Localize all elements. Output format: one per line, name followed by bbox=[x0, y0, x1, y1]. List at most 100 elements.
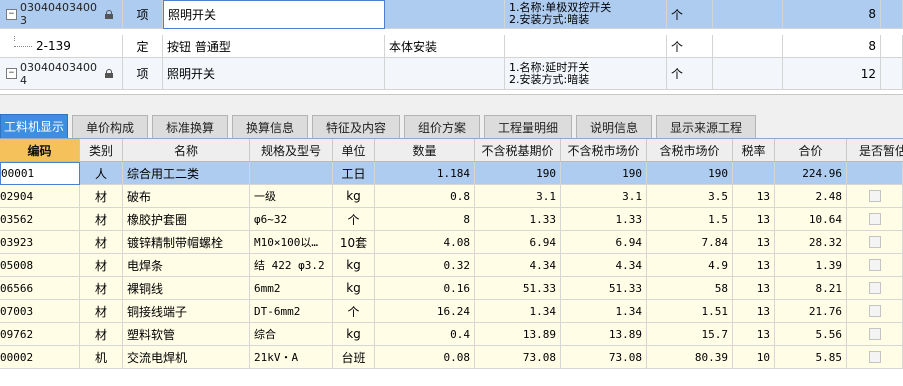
cell-tax-rate[interactable]: 13 bbox=[733, 208, 775, 231]
cell-unit[interactable]: kg bbox=[333, 254, 375, 277]
cell-spec[interactable]: φ6~32 bbox=[250, 208, 333, 231]
cell-code[interactable]: 02904 bbox=[0, 185, 80, 208]
cell-market-price[interactable]: 190 bbox=[561, 162, 647, 185]
cell-total[interactable]: 28.32 bbox=[775, 231, 847, 254]
bill-item-row[interactable]: − 03040403400 4 项 照明开关 1.名称:延时开关 2.安装方式:暗… bbox=[0, 58, 903, 90]
col-market-price[interactable]: 不含税市场价 bbox=[561, 139, 647, 162]
provisional-checkbox[interactable] bbox=[868, 351, 881, 363]
cell-taxed-price[interactable]: 1.51 bbox=[647, 300, 733, 323]
cell-provisional[interactable] bbox=[847, 346, 903, 369]
cell-quantity[interactable]: 0.16 bbox=[375, 277, 475, 300]
tab-unit-price[interactable]: 单价构成 bbox=[72, 115, 148, 138]
cell-code[interactable]: 06566 bbox=[0, 277, 80, 300]
cell-tax-rate[interactable]: 13 bbox=[733, 254, 775, 277]
cell-category[interactable]: 材 bbox=[80, 208, 123, 231]
cell-spec[interactable]: 综合 bbox=[250, 323, 333, 346]
cell-spec[interactable]: 结 422 φ3.2 bbox=[250, 254, 333, 277]
cell-name[interactable]: 橡胶护套圈 bbox=[123, 208, 250, 231]
cell-taxed-price[interactable]: 15.7 bbox=[647, 323, 733, 346]
col-code[interactable]: 编码 bbox=[0, 139, 80, 162]
cell-tax-rate[interactable]: 13 bbox=[733, 323, 775, 346]
item-name-cell[interactable]: 照明开关 bbox=[163, 0, 385, 29]
cell-provisional[interactable] bbox=[847, 254, 903, 277]
cell-name[interactable]: 交流电焊机 bbox=[123, 346, 250, 369]
provisional-checkbox[interactable] bbox=[868, 213, 881, 225]
material-row[interactable]: 07003 材铜接线端子 DT-6mm2 个 16.24 1.34 1.34 1.51 13 21… bbox=[0, 300, 903, 323]
cell-spec[interactable]: 21kV・A bbox=[250, 346, 333, 369]
cell-code[interactable]: 03923 bbox=[0, 231, 80, 254]
cell-base-price[interactable]: 3.1 bbox=[475, 185, 561, 208]
cell-total[interactable]: 10.64 bbox=[775, 208, 847, 231]
cell-quantity[interactable]: 0.32 bbox=[375, 254, 475, 277]
provisional-checkbox[interactable] bbox=[868, 282, 881, 294]
cell-tax-rate[interactable]: 13 bbox=[733, 231, 775, 254]
cell-tax-rate[interactable] bbox=[733, 162, 775, 185]
cell-tax-rate[interactable]: 10 bbox=[733, 346, 775, 369]
tab-features-content[interactable]: 特征及内容 bbox=[312, 115, 400, 138]
col-tax-rate[interactable]: 税率 bbox=[733, 139, 775, 162]
material-row[interactable]: 06566 材裸铜线 6mm2 kg 0.16 51.33 51.33 58 13 8.21 bbox=[0, 277, 903, 300]
tab-description[interactable]: 说明信息 bbox=[576, 115, 652, 138]
col-quantity[interactable]: 数量 bbox=[375, 139, 475, 162]
cell-taxed-price[interactable]: 4.9 bbox=[647, 254, 733, 277]
cell-provisional[interactable] bbox=[847, 323, 903, 346]
cell-base-price[interactable]: 73.08 bbox=[475, 346, 561, 369]
cell-market-price[interactable]: 1.34 bbox=[561, 300, 647, 323]
cell-category[interactable]: 材 bbox=[80, 254, 123, 277]
cell-category[interactable]: 人 bbox=[80, 162, 123, 185]
material-row[interactable]: 02904 材破布 一级 kg 0.8 3.1 3.1 3.5 13 2.48 bbox=[0, 185, 903, 208]
cell-quantity[interactable]: 4.08 bbox=[375, 231, 475, 254]
col-name[interactable]: 名称 bbox=[123, 139, 250, 162]
cell-base-price[interactable]: 13.89 bbox=[475, 323, 561, 346]
cell-tax-rate[interactable]: 13 bbox=[733, 185, 775, 208]
tab-pricing-scheme[interactable]: 组价方案 bbox=[404, 115, 480, 138]
bill-subitem-row[interactable]: 2-139 定 按钮 普通型 本体安装 个 8 bbox=[0, 35, 903, 58]
cell-unit[interactable]: 10套 bbox=[333, 231, 375, 254]
cell-provisional[interactable] bbox=[847, 300, 903, 323]
tab-conversion-info[interactable]: 换算信息 bbox=[232, 115, 308, 138]
material-row[interactable]: 00002 机交流电焊机 21kV・A 台班 0.08 73.08 73.08 80.39 10… bbox=[0, 346, 903, 369]
cell-market-price[interactable]: 13.89 bbox=[561, 323, 647, 346]
cell-market-price[interactable]: 51.33 bbox=[561, 277, 647, 300]
provisional-checkbox[interactable] bbox=[868, 305, 881, 317]
cell-unit[interactable]: kg bbox=[333, 185, 375, 208]
cell-market-price[interactable]: 1.33 bbox=[561, 208, 647, 231]
cell-tax-rate[interactable]: 13 bbox=[733, 300, 775, 323]
cell-category[interactable]: 材 bbox=[80, 231, 123, 254]
cell-spec[interactable]: M10×100以… bbox=[250, 231, 333, 254]
cell-code[interactable]: 07003 bbox=[0, 300, 80, 323]
cell-taxed-price[interactable]: 1.5 bbox=[647, 208, 733, 231]
cell-total[interactable]: 8.21 bbox=[775, 277, 847, 300]
col-taxed-price[interactable]: 含税市场价 bbox=[647, 139, 733, 162]
cell-total[interactable]: 5.85 bbox=[775, 346, 847, 369]
cell-base-price[interactable]: 6.94 bbox=[475, 231, 561, 254]
cell-category[interactable]: 材 bbox=[80, 300, 123, 323]
cell-unit[interactable]: 工日 bbox=[333, 162, 375, 185]
cell-name[interactable]: 综合用工二类 bbox=[123, 162, 250, 185]
cell-market-price[interactable]: 3.1 bbox=[561, 185, 647, 208]
cell-unit[interactable]: kg bbox=[333, 277, 375, 300]
cell-name[interactable]: 裸铜线 bbox=[123, 277, 250, 300]
cell-unit[interactable]: kg bbox=[333, 323, 375, 346]
cell-base-price[interactable]: 51.33 bbox=[475, 277, 561, 300]
cell-spec[interactable]: DT-6mm2 bbox=[250, 300, 333, 323]
cell-base-price[interactable]: 1.34 bbox=[475, 300, 561, 323]
cell-name[interactable]: 破布 bbox=[123, 185, 250, 208]
provisional-checkbox[interactable] bbox=[868, 259, 881, 271]
cell-category[interactable]: 材 bbox=[80, 323, 123, 346]
cell-market-price[interactable]: 4.34 bbox=[561, 254, 647, 277]
provisional-checkbox[interactable] bbox=[868, 328, 881, 340]
cell-total[interactable]: 1.39 bbox=[775, 254, 847, 277]
col-base-price[interactable]: 不含税基期价 bbox=[475, 139, 561, 162]
cell-unit[interactable]: 个 bbox=[333, 300, 375, 323]
cell-name[interactable]: 铜接线端子 bbox=[123, 300, 250, 323]
cell-taxed-price[interactable]: 7.84 bbox=[647, 231, 733, 254]
cell-category[interactable]: 材 bbox=[80, 277, 123, 300]
tab-quantity-detail[interactable]: 工程量明细 bbox=[484, 115, 572, 138]
cell-total[interactable]: 5.56 bbox=[775, 323, 847, 346]
cell-code[interactable]: 03562 bbox=[0, 208, 80, 231]
cell-unit[interactable]: 个 bbox=[333, 208, 375, 231]
cell-market-price[interactable]: 6.94 bbox=[561, 231, 647, 254]
cell-total[interactable]: 224.96 bbox=[775, 162, 847, 185]
collapse-icon[interactable]: − bbox=[6, 68, 17, 79]
